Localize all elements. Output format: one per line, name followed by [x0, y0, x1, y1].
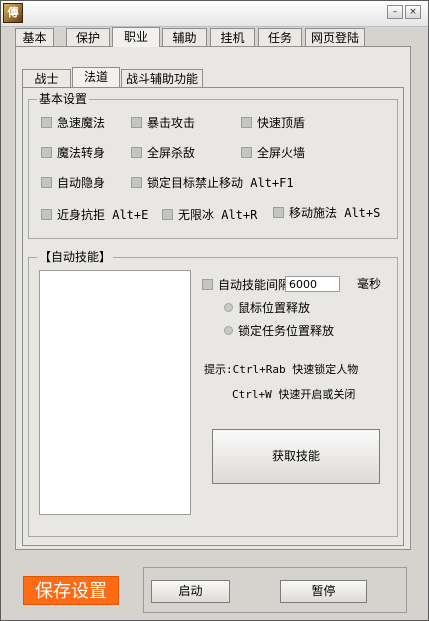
tab-basic[interactable]: 基本	[15, 28, 54, 46]
subtab-combat-assist[interactable]: 战斗辅助功能	[121, 69, 203, 87]
start-button[interactable]: 启动	[151, 580, 230, 603]
subtab-warrior[interactable]: 战士	[22, 69, 71, 87]
minimize-button[interactable]: –	[387, 5, 403, 19]
tab-assist[interactable]: 辅助	[162, 28, 207, 46]
tab-protect[interactable]: 保护	[66, 28, 110, 46]
app-logo-icon: 傳	[3, 3, 23, 23]
get-skills-button[interactable]: 获取技能	[212, 429, 380, 484]
radio-mouse-position[interactable]: 鼠标位置释放	[224, 299, 310, 315]
checkbox-close-repel[interactable]: 近身抗拒 Alt+E	[41, 206, 148, 222]
hint-toggle: Ctrl+W 快速开启或关闭	[232, 388, 356, 401]
control-frame: 启动 暂停	[143, 567, 407, 613]
checkbox-infinite-ice[interactable]: 无限冰 Alt+R	[162, 206, 257, 222]
skill-list[interactable]	[39, 270, 191, 515]
close-button[interactable]: ×	[405, 5, 421, 19]
checkbox-fullscreen-firewall[interactable]: 全屏火墙	[241, 144, 305, 160]
tab-web-login[interactable]: 网页登陆	[305, 28, 365, 46]
pause-button[interactable]: 暂停	[280, 580, 367, 603]
tab-profession[interactable]: 职业	[112, 27, 160, 47]
checkbox-fullscreen-kill[interactable]: 全屏杀敌	[131, 144, 195, 160]
client-area: 基本 保护 职业 辅助 挂机 任务 网页登陆 战士 法道 战斗辅助功能 基本设置…	[2, 27, 426, 619]
checkbox-magic-turn[interactable]: 魔法转身	[41, 144, 105, 160]
checkbox-move-cast[interactable]: 移动施法 Alt+S	[273, 204, 380, 220]
interval-unit: 毫秒	[357, 277, 382, 291]
subtab-mage-taoist[interactable]: 法道	[72, 67, 120, 87]
basic-settings-group: 基本设置 急速魔法 暴击攻击 快速顶盾 魔法转身 全屏杀敌 全屏火墙 自动隐身 …	[28, 92, 398, 239]
radio-task-position[interactable]: 锁定任务位置释放	[224, 322, 334, 338]
mage-taoist-panel: 基本设置 急速魔法 暴击攻击 快速顶盾 魔法转身 全屏杀敌 全屏火墙 自动隐身 …	[22, 88, 404, 546]
checkbox-lock-target-no-move[interactable]: 锁定目标禁止移动 Alt+F1	[131, 174, 294, 190]
app-window: 傳 – × 基本 保护 职业 辅助 挂机 任务 网页登陆 战士 法道 战斗辅助功…	[0, 0, 429, 621]
interval-row: 毫秒	[202, 258, 382, 298]
title-bar[interactable]: 傳 – ×	[1, 1, 428, 27]
auto-skill-legend: 【自动技能】	[37, 250, 114, 264]
interval-input[interactable]	[285, 276, 340, 292]
auto-skill-group: 【自动技能】 自动技能间隔 毫秒 鼠标位置释放 锁定任务位置释放 提示:Ctrl…	[28, 250, 398, 537]
checkbox-fast-magic[interactable]: 急速魔法	[41, 114, 105, 130]
profession-tab-panel: 战士 法道 战斗辅助功能 基本设置 急速魔法 暴击攻击 快速顶盾 魔法转身 全屏…	[15, 47, 411, 550]
tab-quest[interactable]: 任务	[258, 28, 302, 46]
basic-settings-legend: 基本设置	[37, 92, 90, 106]
save-settings-button[interactable]: 保存设置	[23, 576, 119, 605]
tab-auto-hang[interactable]: 挂机	[210, 28, 255, 46]
hint-lock-target: 提示:Ctrl+Rab 快速锁定人物	[204, 363, 359, 376]
checkbox-fast-shield[interactable]: 快速顶盾	[241, 114, 305, 130]
checkbox-auto-stealth[interactable]: 自动隐身	[41, 174, 105, 190]
checkbox-critical-attack[interactable]: 暴击攻击	[131, 114, 195, 130]
